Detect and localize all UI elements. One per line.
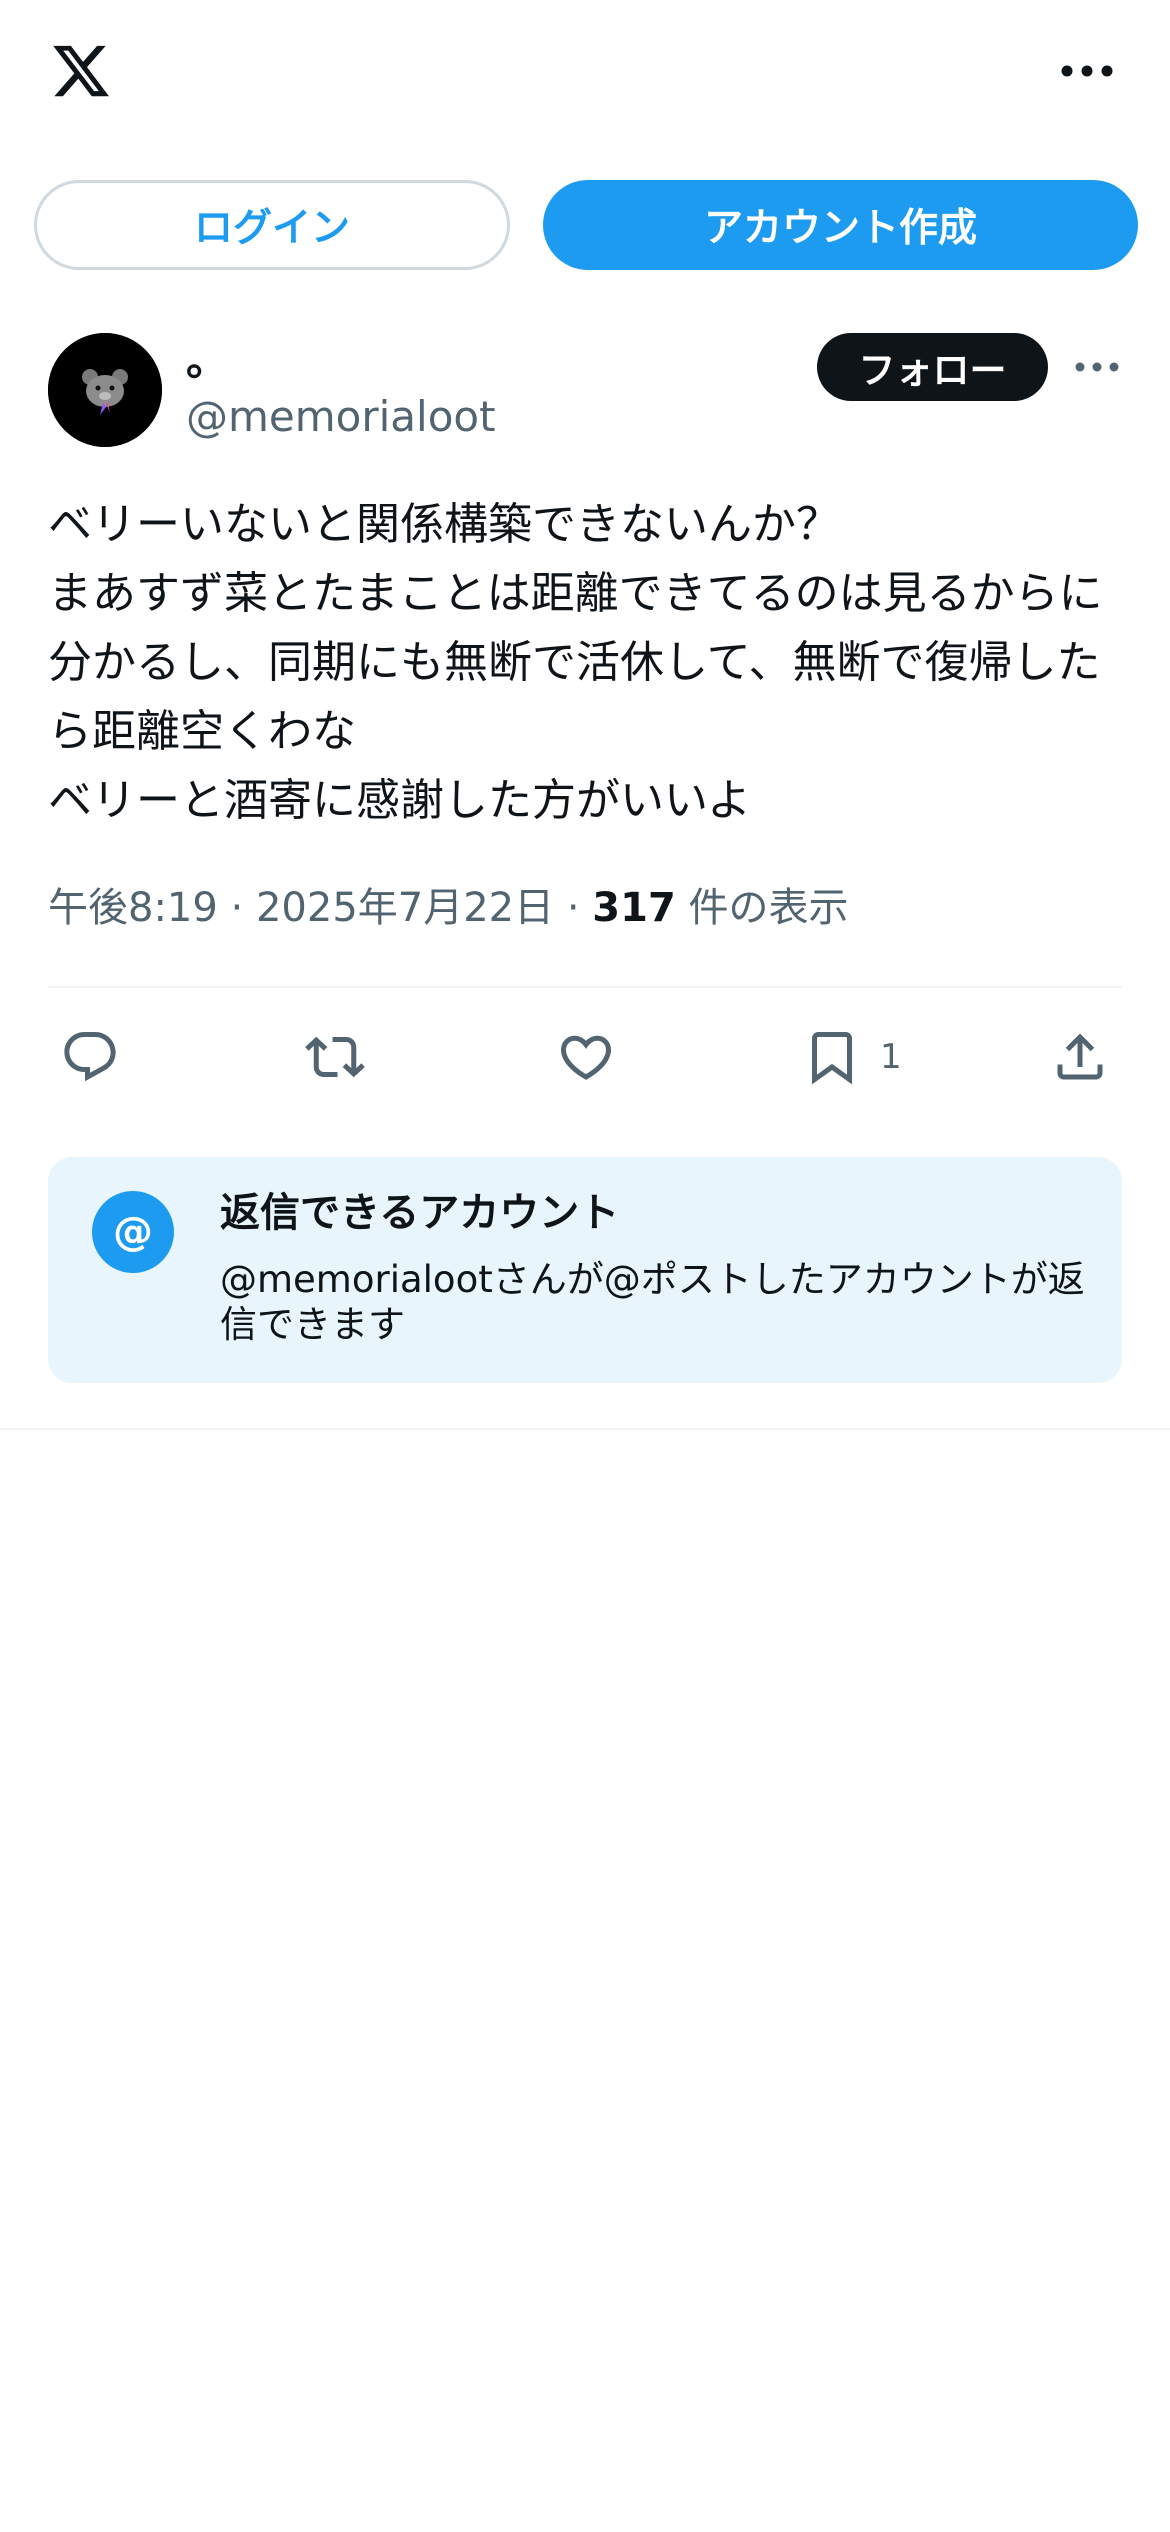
divider bbox=[48, 986, 1122, 988]
create-account-button[interactable]: アカウント作成 bbox=[543, 180, 1138, 270]
share-icon bbox=[1057, 1033, 1103, 1080]
like-button[interactable] bbox=[556, 1025, 616, 1089]
more-horizontal-icon[interactable] bbox=[1060, 58, 1114, 84]
top-bar bbox=[0, 0, 1170, 150]
meta-separator: · bbox=[230, 885, 244, 931]
at-sign-icon: @ bbox=[92, 1191, 174, 1273]
repost-icon bbox=[305, 1036, 365, 1078]
reply-settings-title: 返信できるアカウント bbox=[220, 1190, 620, 1236]
heart-icon bbox=[560, 1035, 612, 1080]
views-count: 317 bbox=[592, 885, 676, 931]
post-time[interactable]: 午後8:19 bbox=[48, 885, 218, 931]
bookmark-icon bbox=[812, 1032, 852, 1085]
bear-avatar-icon bbox=[48, 333, 162, 447]
reply-settings-description: @memorialootさんが@ポストしたアカウントが返信できます bbox=[220, 1258, 1085, 1346]
post-more-icon[interactable] bbox=[1074, 355, 1120, 379]
reply-icon bbox=[64, 1032, 116, 1082]
views-label: 件の表示 bbox=[688, 885, 849, 931]
x-logo-icon[interactable] bbox=[48, 40, 114, 102]
post-meta: 午後8:19 · 2025年7月22日 · 317 件の表示 bbox=[48, 880, 849, 936]
login-button[interactable]: ログイン bbox=[34, 180, 510, 270]
user-handle[interactable]: @memorialoot bbox=[186, 392, 496, 442]
repost-button[interactable] bbox=[305, 1025, 365, 1089]
share-button[interactable] bbox=[1050, 1025, 1110, 1089]
bookmark-button[interactable]: 1 bbox=[802, 1025, 902, 1089]
post-text: ベリーいないと関係構築できないんか？ まあすず菜とたまことは距離できてるのは見る… bbox=[48, 499, 1103, 826]
avatar[interactable] bbox=[48, 333, 162, 447]
divider bbox=[0, 1428, 1170, 1430]
reply-button[interactable] bbox=[60, 1025, 120, 1089]
reply-settings-box: @ 返信できるアカウント @memorialootさんが@ポストしたアカウントが… bbox=[48, 1157, 1122, 1383]
bookmark-count: 1 bbox=[880, 1037, 902, 1077]
meta-separator: · bbox=[566, 885, 580, 931]
post-date[interactable]: 2025年7月22日 bbox=[256, 885, 554, 931]
follow-button[interactable]: フォロー bbox=[817, 333, 1048, 401]
page: ログイン アカウント作成 。 @memorialoot フォロー ベリーいないと… bbox=[0, 0, 1170, 2532]
display-name[interactable]: 。 bbox=[186, 336, 228, 386]
